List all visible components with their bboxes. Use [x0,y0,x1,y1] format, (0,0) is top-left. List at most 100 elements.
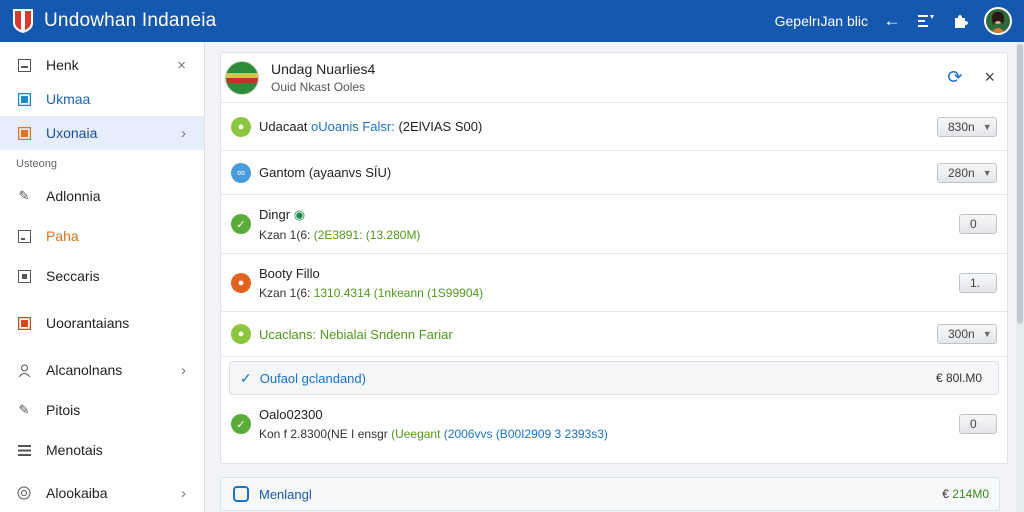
sidebar-item-uoorantaians[interactable]: Uoorantaians [0,296,204,350]
row-label-highlight: oUoanis Falsr: [311,119,395,134]
row-dropdown[interactable]: 280n ▼ [937,162,997,183]
sidebar: Henk × Ukmaa Uxonaia › Usteong ✎ Adlonni… [0,42,205,512]
panel-subtitle: Ouid Nkast Ooles [271,80,366,94]
sidebar-item-uxonaia[interactable]: Uxonaia › [0,116,204,150]
row-label: Oufaol gclandand) [259,370,366,386]
sidebar-item-label: Uxonaia [46,125,98,141]
row-sub-value-blue: (2006vvs (B00I2909 3 2393s3) [440,427,608,441]
footer-amount-prefix: € [942,487,953,501]
panel-header: Undag Nuarlies4 Ouid Nkast Ooles ⟳ × [221,53,1007,103]
chevron-right-icon: › [181,124,186,142]
chevron-down-icon: ▼ [982,167,992,178]
list-arrow-icon[interactable] [916,11,936,31]
header-thumbnail [225,60,259,95]
back-arrow-icon[interactable]: ← [882,11,902,31]
status-circle-icon: ● [231,324,251,344]
sidebar-item-label: Alookaiba [46,485,108,501]
row-stepper[interactable]: 0 [959,214,997,234]
row-title: Dingr [259,206,291,222]
list-item[interactable]: ● Ucaclans: Nebialai Sndenn Fariar 300n ▼ [221,312,1007,357]
row-dropdown[interactable]: 830n ▼ [937,116,997,137]
close-icon[interactable]: × [984,67,995,88]
person-icon [16,362,32,378]
row-stepper[interactable]: 0 [959,414,997,434]
status-circle-icon: ✓ [231,214,251,234]
square-icon [16,228,32,244]
row-title: Oalo02300 [259,407,323,422]
row-stepper[interactable]: 1. [959,272,997,293]
sidebar-item-label: Uoorantaians [46,315,130,331]
sidebar-item-paha[interactable]: Paha [0,216,204,256]
detail-panel: Undag Nuarlies4 Ouid Nkast Ooles ⟳ × ● U… [220,52,1008,464]
dropdown-value: 300n [948,327,975,341]
sidebar-item-label: Adlonnia [46,188,101,204]
square-icon [16,91,32,107]
row-title: Booty Fillo [259,265,320,281]
close-icon[interactable]: × [177,57,186,74]
globe-icon: ◉ [293,206,306,222]
app-title: Undowhan Indaneia [44,10,217,31]
stepper-value: 0 [970,417,977,431]
sidebar-item-alookaiba[interactable]: Alookaiba › [0,470,204,512]
square-icon [16,315,32,331]
check-icon: ✓ [240,369,252,386]
sidebar-item-label: Pitois [46,402,81,418]
square-icon [16,268,32,284]
top-link[interactable]: GepelrıJan blic [775,13,868,29]
pencil-icon: ✎ [18,402,30,417]
dropdown-value: 830n [948,119,975,134]
scrollbar-thumb[interactable] [1017,44,1023,324]
list-item[interactable]: ● Udacaat oUoanis Falsr: (2ElVIAS S00) 8… [221,103,1007,151]
app-logo-icon[interactable] [12,8,34,34]
row-sub-value: 1310.4314 (1nkeann (1S99904) [313,285,484,300]
calendar-icon [233,486,249,502]
footer-label: Menlangl [259,486,312,502]
row-label: Ucaclans: Nebialai Sndenn Fariar [259,326,453,342]
sidebar-item-label: Alcanolnans [46,362,123,378]
status-circle-icon: ∞ [231,162,251,183]
puzzle-icon[interactable] [950,11,970,31]
row-sub-value: (2E3891: (13.280M) [313,227,421,242]
status-circle-icon: ✓ [231,414,251,434]
list-icon [16,442,32,458]
square-icon [16,125,32,141]
row-sub-label: Kzan 1(6: [259,285,314,300]
row-label: Gantom (ayaanvs SÍU) [259,165,392,180]
list-item-selected[interactable]: ✓ Oufaol gclandand) € 80l.M0 [229,361,999,395]
row-label: Udacaat [259,119,312,134]
sidebar-item-menotais[interactable]: Menotais [0,430,204,470]
footer-summary[interactable]: Menlangl € 214M0 [220,477,1000,511]
list-item[interactable]: ● Booty Fillo Kzan 1(6: 1310.4314 (1nkea… [221,254,1007,312]
chevron-down-icon: ▼ [982,121,992,132]
status-circle-icon: ● [231,116,251,137]
sidebar-item-seccaris[interactable]: Seccaris [0,256,204,296]
sidebar-item-label: Henk [46,57,79,73]
refresh-icon[interactable]: ⟳ [947,67,962,88]
pencil-icon: ✎ [18,188,30,203]
square-icon [16,57,32,73]
stepper-value: 1. [970,275,981,290]
sidebar-item-ukmaa[interactable]: Ukmaa [0,82,204,116]
row-sub-label: Kon f 2.8300(NE I ensgr [259,427,392,441]
user-avatar[interactable] [984,7,1012,35]
panel-title: Undag Nuarlies4 [271,61,376,77]
sidebar-item-pitois[interactable]: ✎ Pitois [0,390,204,430]
chevron-down-icon: ▼ [982,329,992,339]
row-sub-label: Kzan 1(6: [259,227,314,242]
sidebar-section-label: Usteong [16,158,57,170]
sidebar-item-alcanolnans[interactable]: Alcanolnans › [0,350,204,390]
list-item[interactable]: ∞ Gantom (ayaanvs SÍU) 280n ▼ [221,151,1007,195]
row-amount: € 80l.M0 [935,371,982,385]
list-item[interactable]: ✓ Dingr ◉ Kzan 1(6: (2E3891: (13.280M) 0 [221,195,1007,254]
row-dropdown[interactable]: 300n ▼ [937,324,997,344]
sidebar-item-adlonnia[interactable]: ✎ Adlonnia [0,176,204,216]
sidebar-item-label: Menotais [46,442,103,458]
sidebar-item-henk[interactable]: Henk × [0,48,204,82]
sidebar-item-label: Seccaris [46,268,100,284]
chevron-right-icon: › [181,484,186,502]
list-item[interactable]: ✓ Oalo02300 Kon f 2.8300(NE I ensgr (Uee… [221,395,1007,453]
status-circle-icon: ● [231,272,251,293]
footer-amount: 214M0 [952,487,989,501]
sidebar-item-label: Ukmaa [46,91,91,107]
target-icon [16,485,32,501]
